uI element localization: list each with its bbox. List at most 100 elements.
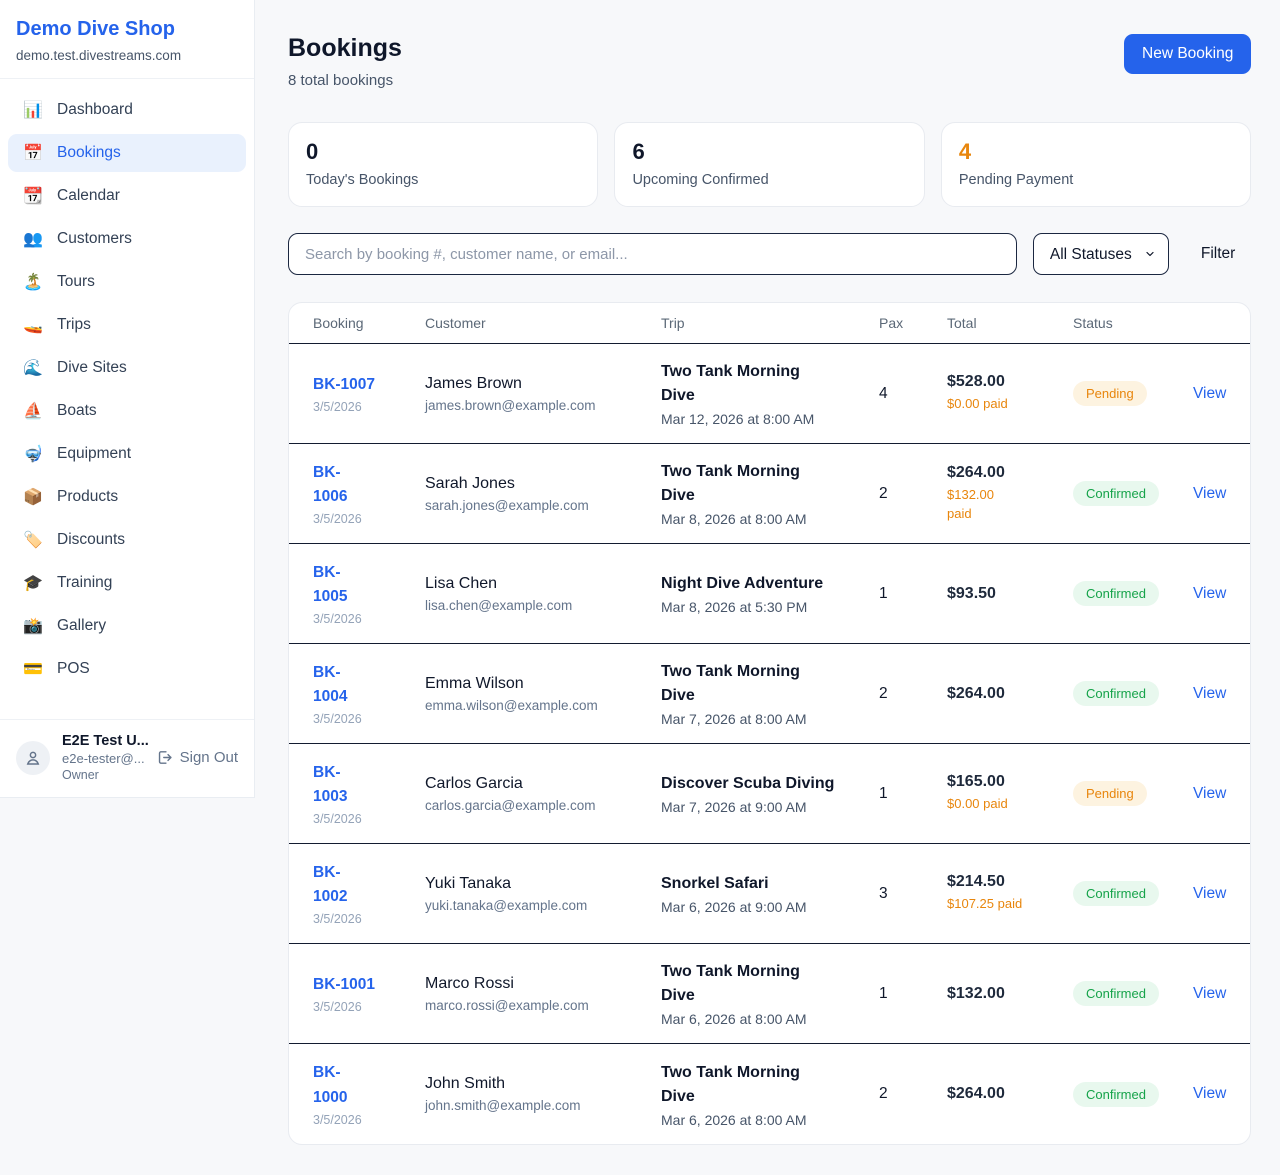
view-link[interactable]: View	[1193, 1085, 1226, 1102]
trip-datetime: Mar 6, 2026 at 9:00 AM	[661, 899, 879, 915]
total-amount: $214.50	[947, 873, 1073, 891]
sidebar-item-pos[interactable]: 💳 POS	[8, 650, 246, 688]
sidebar-item-label: Tours	[57, 273, 95, 291]
booking-date: 3/5/2026	[313, 1113, 425, 1127]
view-link[interactable]: View	[1193, 785, 1226, 802]
sidebar-item-tours[interactable]: 🏝️ Tours	[8, 263, 246, 301]
sidebar-item-equipment[interactable]: 🤿 Equipment	[8, 435, 246, 473]
customer-email: sarah.jones@example.com	[425, 498, 661, 513]
sidebar-item-label: Trips	[57, 316, 91, 334]
paid-amount: $0.00 paid	[947, 395, 1073, 414]
booking-id-link[interactable]: BK- 1002	[313, 861, 347, 909]
view-link[interactable]: View	[1193, 685, 1226, 702]
shop-name: Demo Dive Shop	[16, 18, 238, 41]
booking-id-link[interactable]: BK- 1003	[313, 761, 347, 809]
sidebar-item-label: Boats	[57, 402, 97, 420]
page-header-text: Bookings 8 total bookings	[288, 34, 402, 89]
booking-id-link[interactable]: BK- 1005	[313, 561, 347, 609]
trip-cell: Two Tank Morning Dive Mar 7, 2026 at 8:0…	[661, 660, 879, 727]
sign-out-label: Sign Out	[180, 749, 238, 766]
total-cell: $264.00	[947, 685, 1073, 703]
booking-cell: BK- 1000 3/5/2026	[313, 1061, 425, 1126]
sidebar-item-training[interactable]: 🎓 Training	[8, 564, 246, 602]
table-row: BK- 1003 3/5/2026 Carlos Garcia carlos.g…	[289, 744, 1250, 844]
view-link[interactable]: View	[1193, 985, 1226, 1002]
sidebar-item-trips[interactable]: 🚤 Trips	[8, 306, 246, 344]
action-cell: View	[1193, 685, 1226, 703]
stat-card: 4 Pending Payment	[941, 122, 1251, 207]
new-booking-button[interactable]: New Booking	[1124, 34, 1251, 74]
status-badge: Confirmed	[1073, 681, 1159, 706]
sidebar-item-boats[interactable]: ⛵ Boats	[8, 392, 246, 430]
pax-cell: 1	[879, 985, 947, 1003]
sidebar-item-label: Products	[57, 488, 118, 506]
sign-out-button[interactable]: Sign Out	[156, 749, 238, 766]
table-row: BK-1001 3/5/2026 Marco Rossi marco.rossi…	[289, 944, 1250, 1044]
sidebar-item-dashboard[interactable]: 📊 Dashboard	[8, 91, 246, 129]
trip-name: Two Tank Morning Dive	[661, 460, 836, 508]
view-link[interactable]: View	[1193, 385, 1226, 402]
booking-id-link[interactable]: BK-1001	[313, 973, 375, 997]
customer-email: marco.rossi@example.com	[425, 998, 661, 1013]
total-cell: $264.00	[947, 1085, 1073, 1103]
customer-email: emma.wilson@example.com	[425, 698, 661, 713]
user-email: e2e-tester@...	[62, 751, 144, 766]
action-cell: View	[1193, 485, 1226, 503]
customer-name: Emma Wilson	[425, 675, 661, 693]
sidebar-item-products[interactable]: 📦 Products	[8, 478, 246, 516]
sidebar-item-customers[interactable]: 👥 Customers	[8, 220, 246, 258]
pax-cell: 1	[879, 785, 947, 803]
trip-name: Two Tank Morning Dive	[661, 1061, 836, 1109]
sidebar-item-bookings[interactable]: 📅 Bookings	[8, 134, 246, 172]
sidebar-item-label: Bookings	[57, 144, 121, 162]
diving-mask-icon: 🤿	[22, 444, 44, 464]
brand-block: Demo Dive Shop demo.test.divestreams.com	[0, 0, 254, 79]
sidebar-item-calendar[interactable]: 📆 Calendar	[8, 177, 246, 215]
booking-id-link[interactable]: BK- 1000	[313, 1061, 347, 1109]
sidebar-item-label: Customers	[57, 230, 132, 248]
stat-label: Today's Bookings	[306, 172, 580, 188]
user-meta: E2E Test U... e2e-tester@... Owner	[62, 733, 144, 782]
sidebar-item-label: Calendar	[57, 187, 120, 205]
stats-row: 0 Today's Bookings 6 Upcoming Confirmed …	[288, 122, 1251, 207]
bookings-table: BookingCustomerTripPaxTotalStatus BK-100…	[288, 302, 1251, 1145]
booking-id-link[interactable]: BK- 1004	[313, 661, 347, 709]
trip-cell: Two Tank Morning Dive Mar 8, 2026 at 8:0…	[661, 460, 879, 527]
total-amount: $264.00	[947, 1085, 1073, 1103]
status-badge: Confirmed	[1073, 581, 1159, 606]
booking-cell: BK-1007 3/5/2026	[313, 373, 425, 414]
total-cell: $132.00	[947, 985, 1073, 1003]
sidebar-item-dive-sites[interactable]: 🌊 Dive Sites	[8, 349, 246, 387]
status-cell: Confirmed	[1073, 481, 1193, 506]
total-amount: $528.00	[947, 373, 1073, 391]
speedboat-icon: 🚤	[22, 315, 44, 335]
view-link[interactable]: View	[1193, 485, 1226, 502]
customer-name: Yuki Tanaka	[425, 875, 661, 893]
filter-button[interactable]: Filter	[1185, 245, 1251, 263]
view-link[interactable]: View	[1193, 885, 1226, 902]
stat-value: 4	[959, 139, 1233, 165]
trip-name: Snorkel Safari	[661, 872, 836, 896]
toolbar: All Statuses Filter	[288, 233, 1251, 275]
view-link[interactable]: View	[1193, 585, 1226, 602]
sidebar-item-gallery[interactable]: 📸 Gallery	[8, 607, 246, 645]
customer-name: Sarah Jones	[425, 475, 661, 493]
trip-datetime: Mar 7, 2026 at 9:00 AM	[661, 799, 879, 815]
status-filter-select[interactable]: All Statuses	[1033, 233, 1169, 275]
page-header: Bookings 8 total bookings New Booking	[288, 34, 1251, 89]
status-cell: Confirmed	[1073, 981, 1193, 1006]
trip-cell: Two Tank Morning Dive Mar 6, 2026 at 8:0…	[661, 1061, 879, 1128]
search-input[interactable]	[288, 233, 1017, 275]
table-body: BK-1007 3/5/2026 James Brown james.brown…	[289, 344, 1250, 1144]
booking-id-link[interactable]: BK- 1006	[313, 461, 347, 509]
action-cell: View	[1193, 385, 1226, 403]
sidebar-item-label: Dashboard	[57, 101, 133, 119]
status-badge: Confirmed	[1073, 981, 1159, 1006]
sidebar-item-discounts[interactable]: 🏷️ Discounts	[8, 521, 246, 559]
booking-cell: BK- 1002 3/5/2026	[313, 861, 425, 926]
total-amount: $264.00	[947, 464, 1073, 482]
package-icon: 📦	[22, 487, 44, 507]
column-header-status: Status	[1073, 315, 1193, 331]
user-name: E2E Test U...	[62, 733, 144, 749]
booking-id-link[interactable]: BK-1007	[313, 373, 375, 397]
